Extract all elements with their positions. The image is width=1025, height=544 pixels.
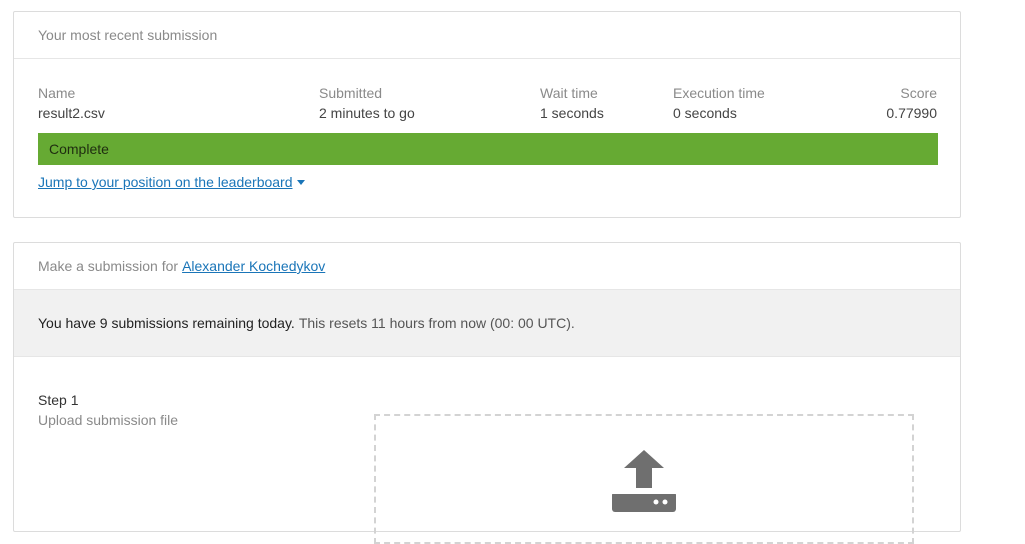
execution-time-column: Execution time 0 seconds — [673, 83, 765, 123]
name-column: Name result2.csv — [38, 83, 105, 123]
jump-to-leaderboard-link[interactable]: Jump to your position on the leaderboard — [38, 174, 305, 190]
remaining-count-text: You have 9 submissions remaining today. — [38, 315, 295, 331]
score-column: Score 0.77990 — [886, 83, 937, 123]
wait-time-value: 1 seconds — [540, 105, 604, 121]
name-label: Name — [38, 85, 76, 101]
submissions-remaining-banner: You have 9 submissions remaining today. … — [14, 290, 960, 357]
wait-time-label: Wait time — [540, 85, 598, 101]
reset-info-text: This resets 11 hours from now (00: 00 UT… — [298, 315, 575, 331]
recent-submission-title: Your most recent submission — [38, 27, 218, 43]
make-submission-panel: Make a submission for Alexander Kochedyk… — [13, 242, 961, 544]
execution-time-label: Execution time — [673, 85, 765, 101]
wait-time-column: Wait time 1 seconds — [540, 83, 604, 123]
jump-link-text: Jump to your position on the leaderboard — [38, 174, 293, 190]
upload-icon — [612, 450, 676, 512]
user-profile-link[interactable]: Alexander Kochedykov — [182, 258, 325, 274]
step-subtitle: Upload submission file — [38, 412, 179, 428]
upload-dropzone[interactable] — [374, 414, 914, 544]
execution-time-value: 0 seconds — [673, 105, 737, 121]
submitted-column: Submitted 2 minutes to go — [319, 83, 415, 123]
submitted-label: Submitted — [319, 85, 383, 101]
submission-details: Name result2.csv Submitted 2 minutes to … — [14, 83, 960, 135]
caret-down-icon — [296, 179, 305, 185]
recent-submission-panel: Your most recent submission Name result2… — [13, 11, 961, 218]
submitted-value: 2 minutes to go — [319, 105, 415, 121]
recent-submission-header: Your most recent submission — [14, 12, 960, 59]
status-bar: Complete — [38, 133, 938, 165]
step-title: Step 1 — [38, 392, 79, 408]
score-label: Score — [900, 85, 937, 101]
score-value: 0.77990 — [886, 105, 937, 121]
make-submission-header: Make a submission for Alexander Kochedyk… — [14, 243, 960, 290]
name-value: result2.csv — [38, 105, 105, 121]
status-label: Complete — [49, 141, 109, 157]
make-submission-prefix: Make a submission for — [38, 258, 179, 274]
